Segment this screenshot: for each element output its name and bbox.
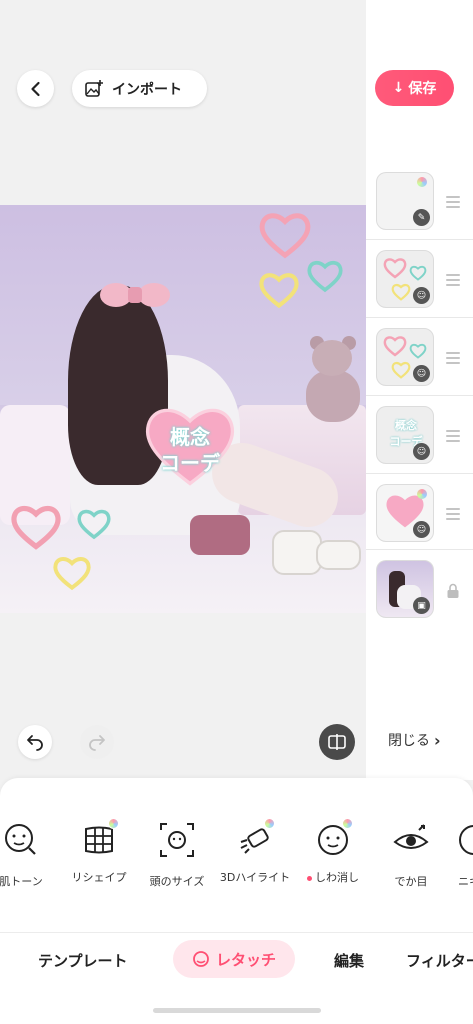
drag-handle-icon[interactable] xyxy=(446,196,460,208)
tab-filter[interactable]: フィルター xyxy=(406,950,473,971)
drag-handle-icon[interactable] xyxy=(446,274,460,286)
sticker-text-line1: 概念 xyxy=(170,425,210,449)
redo-icon xyxy=(89,735,105,751)
premium-gem-icon xyxy=(264,818,275,829)
tool-label: 頭のサイズ xyxy=(149,875,205,888)
divider xyxy=(366,395,473,396)
image-badge-icon: ▣ xyxy=(413,597,430,614)
tab-template[interactable]: テンプレート xyxy=(38,950,128,971)
heart-icon xyxy=(383,258,407,279)
heart-sticker-teal-left[interactable] xyxy=(76,508,112,540)
layer-thumbnail[interactable]: ☺ xyxy=(376,484,434,542)
heart-icon xyxy=(391,283,411,301)
photo-skirt xyxy=(190,515,250,555)
sticker-text[interactable]: 概念 コーデ xyxy=(142,401,238,491)
heart-sticker-pink-left[interactable] xyxy=(10,503,62,551)
import-label: インポート xyxy=(112,81,182,98)
layer-type-badge-icon: ☺ xyxy=(413,521,430,538)
tab-retouch[interactable]: レタッチ xyxy=(173,940,295,978)
photo-shoe xyxy=(272,530,322,575)
divider xyxy=(0,932,473,933)
tool-label: ニキ xyxy=(458,875,473,888)
photo-shoe xyxy=(316,540,361,570)
tool-reshape[interactable]: リシェイプ xyxy=(54,818,144,885)
redo-button[interactable] xyxy=(80,725,114,759)
big-eye-icon xyxy=(393,824,429,849)
premium-gem-icon xyxy=(342,818,353,829)
chevron-left-icon xyxy=(30,81,40,96)
compare-button[interactable] xyxy=(319,724,355,760)
heart-sticker-yellow-left[interactable] xyxy=(52,555,92,591)
drag-handle-icon[interactable] xyxy=(446,430,460,442)
chevron-right-icon: › xyxy=(434,730,441,750)
layer-type-badge-icon: ✎ xyxy=(413,209,430,226)
save-label: 保存 xyxy=(408,81,437,97)
hair-bow xyxy=(100,277,170,317)
tool-head-size[interactable]: 頭のサイズ xyxy=(132,820,222,889)
download-arrow-icon: ↓ xyxy=(392,80,405,96)
teddy-bear xyxy=(302,336,364,422)
tool-3d-highlight[interactable]: 3Dハイライト xyxy=(210,818,300,885)
tab-retouch-label: レタッチ xyxy=(215,950,276,969)
undo-icon xyxy=(27,735,43,751)
heart-icon xyxy=(409,343,427,359)
close-panel-button[interactable]: 閉じる › xyxy=(388,730,441,750)
bottom-sheet xyxy=(0,778,473,1024)
heart-icon xyxy=(409,265,427,281)
tool-label-wrap: しわ消し xyxy=(288,869,378,885)
lock-icon xyxy=(447,583,459,598)
tool-big-eye[interactable]: でか目 xyxy=(366,820,456,889)
layer-text-line1: 概念 xyxy=(395,419,417,432)
undo-button[interactable] xyxy=(18,725,52,759)
divider xyxy=(366,549,473,550)
face-icon xyxy=(459,825,473,855)
layer-thumbnail[interactable]: ☺ xyxy=(376,250,434,308)
photo-canvas[interactable]: 概念 コーデ xyxy=(0,205,366,613)
divider xyxy=(366,317,473,318)
layer-type-badge-icon: ☺ xyxy=(413,365,430,382)
heart-icon xyxy=(391,361,411,379)
drag-handle-icon[interactable] xyxy=(446,508,460,520)
compare-icon xyxy=(328,734,346,750)
drag-handle-icon[interactable] xyxy=(446,352,460,364)
tool-acne[interactable]: ニキ xyxy=(444,820,473,889)
home-indicator xyxy=(153,1008,321,1013)
layer-type-badge-icon: ☺ xyxy=(413,443,430,460)
layer-thumbnail-photo[interactable]: ▣ xyxy=(376,560,434,618)
tool-label: 3Dハイライト xyxy=(219,871,291,884)
close-label: 閉じる xyxy=(388,733,430,749)
sticker-text-line2: コーデ xyxy=(160,451,220,475)
heart-sticker-pink[interactable] xyxy=(258,210,312,260)
layer-thumbnail[interactable]: 概念 コーデ ☺ xyxy=(376,406,434,464)
layer-thumbnail[interactable]: ✎ xyxy=(376,172,434,230)
premium-gem-icon xyxy=(417,177,427,187)
tab-edit[interactable]: 編集 xyxy=(334,950,364,971)
tool-label: リシェイプ xyxy=(71,871,127,884)
save-button[interactable]: ↓ 保存 xyxy=(375,70,454,106)
back-button[interactable] xyxy=(17,70,54,107)
face-tone-icon xyxy=(5,824,36,855)
layer-type-badge-icon: ☺ xyxy=(413,287,430,304)
import-button[interactable]: インポート xyxy=(72,70,207,107)
premium-gem-icon xyxy=(108,818,119,829)
head-size-icon xyxy=(160,823,194,857)
tool-label: でか目 xyxy=(394,875,428,888)
heart-sticker-teal[interactable] xyxy=(306,259,344,293)
tool-wrinkle-removal[interactable]: しわ消し xyxy=(288,818,378,885)
new-dot-icon xyxy=(307,875,312,881)
tool-label: しわ消し xyxy=(315,871,359,884)
layer-thumbnail[interactable]: ☺ xyxy=(376,328,434,386)
divider xyxy=(366,239,473,240)
image-add-icon xyxy=(85,79,103,97)
divider xyxy=(366,473,473,474)
heart-sticker-yellow[interactable] xyxy=(258,271,300,309)
retouch-icon xyxy=(193,951,209,967)
layers-panel xyxy=(366,0,473,780)
heart-icon xyxy=(383,336,407,357)
premium-gem-icon xyxy=(417,489,427,499)
